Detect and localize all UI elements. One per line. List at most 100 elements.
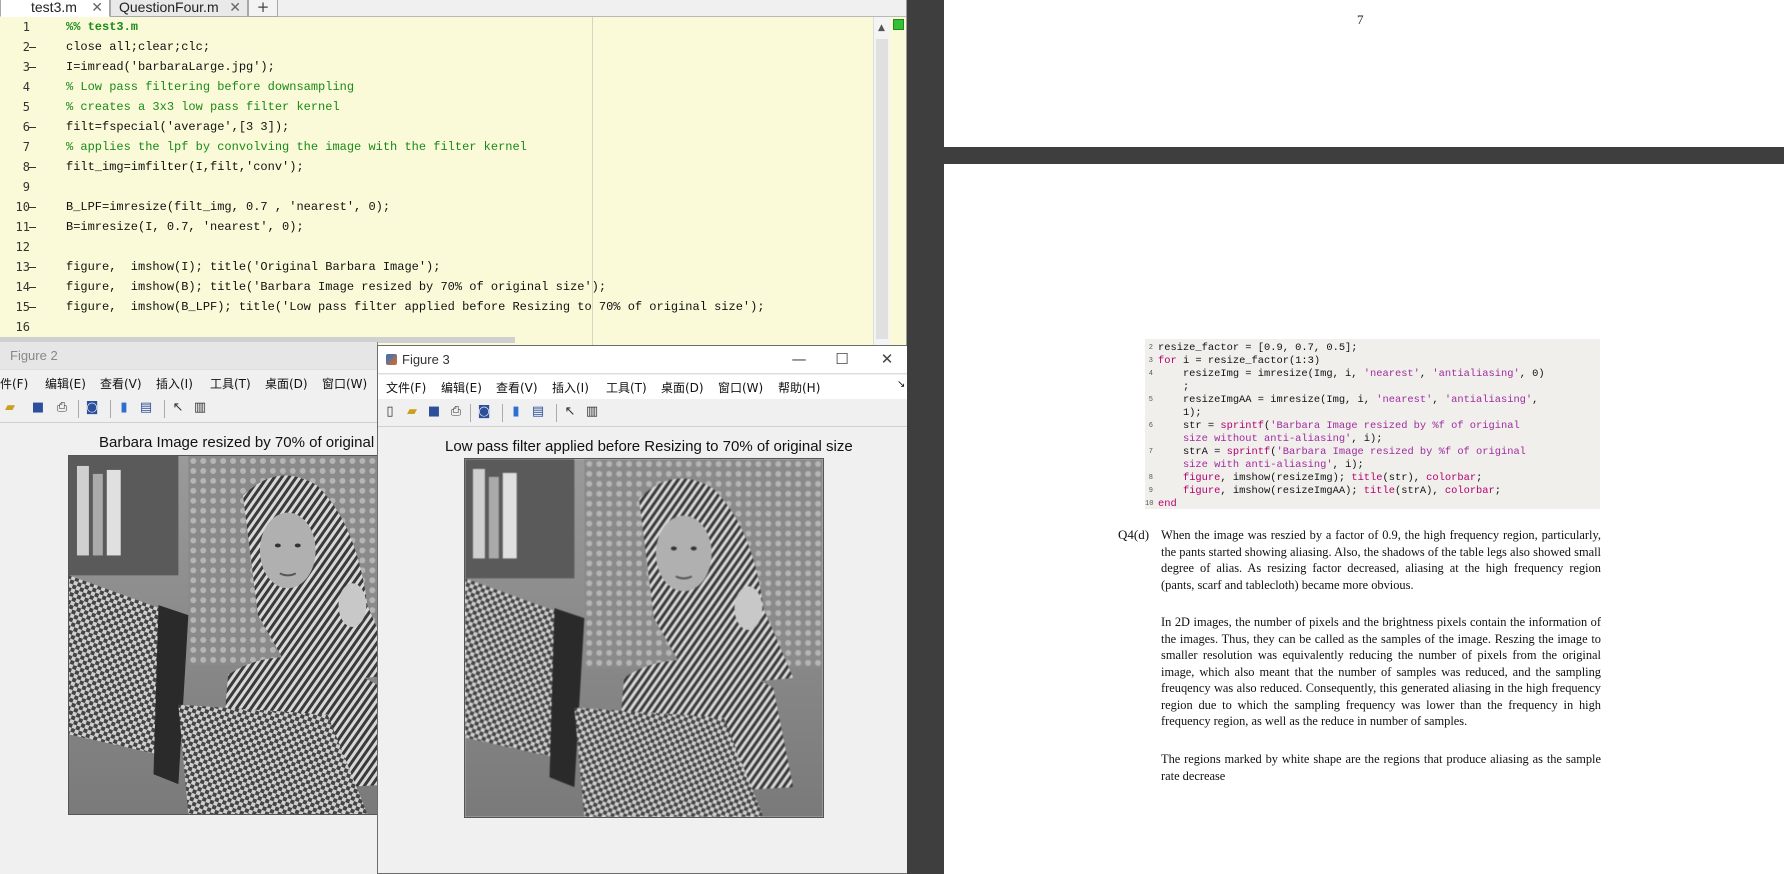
link-plot-icon[interactable]: ◙ [84, 400, 100, 416]
listing-line: size with anti-aliasing', i); [1158, 459, 1364, 471]
close-tab-icon[interactable]: ✕ [229, 0, 241, 16]
breakpoint-dash[interactable] [29, 307, 36, 308]
print-icon[interactable]: ⎙ [448, 404, 464, 420]
toolbar-separator [470, 404, 471, 422]
new-figure-icon[interactable]: ▯ [382, 404, 398, 420]
menu-view[interactable]: 查看(V) [100, 375, 142, 392]
breakpoint-dash[interactable] [29, 267, 36, 268]
menu-view[interactable]: 查看(V) [496, 379, 538, 396]
page-number: 7 [1357, 12, 1364, 27]
open-icon[interactable]: ▰ [2, 400, 18, 416]
property-editor-icon[interactable]: ▥ [584, 404, 600, 420]
figure-2-plot-title: Barbara Image resized by 70% of original… [99, 434, 378, 451]
toolbar-separator [164, 400, 165, 418]
figure-2-window[interactable]: Figure 2 文件(F) 编辑(E) 查看(V) 插入(I) 工具(T) 桌… [0, 342, 378, 874]
line-number: 12 [15, 240, 30, 254]
toolbar-separator [110, 400, 111, 418]
tab-questionfour[interactable]: QuestionFour.m ✕ [110, 0, 248, 17]
line-number: 8 [22, 160, 30, 174]
code-line: close all;clear;clc; [66, 40, 211, 54]
vertical-scrollbar[interactable]: ▲ [873, 17, 890, 345]
menu-help[interactable]: 帮助(H) [778, 379, 820, 396]
code-line: filt=fspecial('average',[3 3]); [66, 120, 290, 134]
listing-line-number: 2 [1148, 344, 1153, 352]
figure-3-toolbar: ▯ ▰ ■ ⎙ ◙ ▮ ▤ ↖ ▥ [378, 399, 907, 427]
scroll-up-icon[interactable]: ▲ [878, 23, 885, 33]
print-icon[interactable]: ⎙ [54, 400, 70, 416]
line-number: 3 [22, 60, 30, 74]
open-icon[interactable]: ▰ [404, 404, 420, 420]
colorbar-icon[interactable]: ▮ [508, 404, 524, 420]
maximize-button[interactable]: ☐ [825, 349, 859, 369]
line-number-gutter: 1 2 3 4 5 6 7 8 9 10 11 12 13 14 15 16 [0, 17, 58, 345]
figure-3-window[interactable]: Figure 3 — ☐ ✕ 文件(F) 编辑(E) 查看(V) 插入(I) 工… [377, 345, 908, 874]
answer-paragraph: When the image was reszied by a factor o… [1161, 528, 1601, 592]
property-editor-icon[interactable]: ▥ [192, 400, 208, 416]
code-line: % applies the lpf by convolving the imag… [66, 140, 527, 154]
editor-tab-bar: test3.m ✕ QuestionFour.m ✕ + [0, 0, 906, 17]
legend-icon[interactable]: ▤ [138, 400, 154, 416]
code-line: B_LPF=imresize(filt_img, 0.7 , 'nearest'… [66, 200, 391, 214]
link-plot-icon[interactable]: ◙ [476, 404, 492, 420]
pointer-icon[interactable]: ↖ [562, 404, 578, 420]
save-icon[interactable]: ■ [30, 400, 46, 416]
pointer-icon[interactable]: ↖ [170, 400, 186, 416]
breakpoint-dash[interactable] [29, 287, 36, 288]
breakpoint-dash[interactable] [29, 227, 36, 228]
close-button[interactable]: ✕ [870, 349, 904, 369]
menu-desktop[interactable]: 桌面(D) [265, 375, 308, 392]
barbara-photo [69, 456, 377, 814]
code-editor[interactable]: test3.m ✕ QuestionFour.m ✕ + 1 2 3 4 5 6… [0, 0, 907, 345]
listing-line: for i = resize_factor(1:3) [1158, 355, 1321, 367]
menu-tools[interactable]: 工具(T) [210, 375, 251, 392]
code-listing: 2 3 4 5 6 7 8 9 10 resize_factor = [0.9,… [1145, 339, 1600, 510]
code-area[interactable]: %% test3.m close all;clear;clc; I=imread… [66, 17, 866, 345]
tab-test3[interactable]: test3.m ✕ [0, 0, 110, 17]
line-number: 16 [15, 320, 30, 334]
figure-2-titlebar[interactable]: Figure 2 [0, 342, 377, 370]
line-number: 14 [15, 280, 30, 294]
menubar-overflow-icon[interactable]: ↘ [897, 379, 905, 390]
menu-window[interactable]: 窗口(W) [322, 375, 367, 392]
menu-window[interactable]: 窗口(W) [718, 379, 763, 396]
listing-line: end [1158, 498, 1177, 510]
listing-line: 1); [1158, 407, 1202, 419]
breakpoint-dash[interactable] [29, 127, 36, 128]
figure-3-menubar: 文件(F) 编辑(E) 查看(V) 插入(I) 工具(T) 桌面(D) 窗口(W… [378, 375, 907, 399]
colorbar-icon[interactable]: ▮ [116, 400, 132, 416]
code-line: %% test3.m [66, 20, 139, 34]
minimize-button[interactable]: — [782, 349, 816, 369]
listing-line-number: 5 [1148, 396, 1153, 404]
line-number: 4 [22, 80, 30, 94]
close-tab-icon[interactable]: ✕ [91, 0, 103, 16]
line-number: 11 [15, 220, 30, 234]
menu-tools[interactable]: 工具(T) [606, 379, 647, 396]
breakpoint-dash[interactable] [29, 67, 36, 68]
menu-edit[interactable]: 编辑(E) [45, 375, 86, 392]
question-label: Q4(d) [1118, 527, 1150, 542]
menu-insert[interactable]: 插入(I) [156, 375, 193, 392]
menu-edit[interactable]: 编辑(E) [441, 379, 482, 396]
code-analyzer-status-icon[interactable] [893, 19, 904, 30]
line-number: 15 [15, 300, 30, 314]
add-tab-button[interactable]: + [248, 0, 278, 17]
menu-file[interactable]: 文件(F) [0, 375, 28, 392]
menu-desktop[interactable]: 桌面(D) [661, 379, 704, 396]
line-number: 6 [22, 120, 30, 134]
figure-3-plot-title: Low pass filter applied before Resizing … [445, 438, 853, 455]
listing-line-number: 10 [1145, 500, 1154, 508]
figure-2-toolbar: ▰ ■ ⎙ ◙ ▮ ▤ ↖ ▥ [0, 395, 377, 423]
legend-icon[interactable]: ▤ [530, 404, 546, 420]
save-icon[interactable]: ■ [426, 404, 442, 420]
menu-insert[interactable]: 插入(I) [552, 379, 589, 396]
breakpoint-dash[interactable] [29, 167, 36, 168]
breakpoint-dash[interactable] [29, 47, 36, 48]
listing-line: strA = sprintf('Barbara Image resized by… [1158, 446, 1526, 458]
code-line: % Low pass filtering before downsampling [66, 80, 355, 94]
code-line: figure, imshow(I); title('Original Barba… [66, 260, 441, 274]
listing-line: resizeImg = imresize(Img, i, 'nearest', … [1158, 368, 1545, 380]
figure-3-titlebar[interactable]: Figure 3 — ☐ ✕ [378, 346, 907, 374]
breakpoint-dash[interactable] [29, 207, 36, 208]
menu-file[interactable]: 文件(F) [386, 379, 426, 396]
scrollbar-thumb[interactable] [876, 39, 888, 339]
